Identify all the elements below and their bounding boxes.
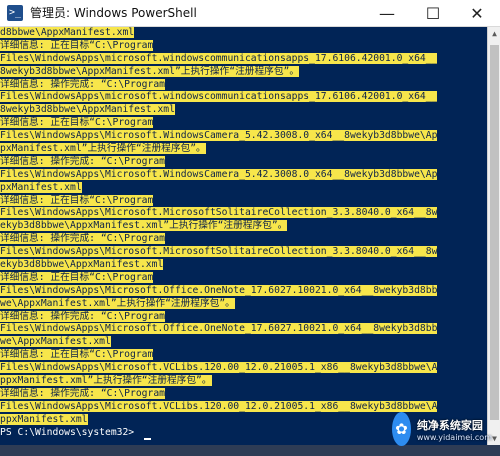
console-line-text: pxManifest.xml: [0, 181, 82, 193]
console-line: 详细信息: 正在目标“C:\Program: [0, 39, 487, 53]
console-line: pxManifest.xml: [0, 181, 487, 195]
console-line-text: 详细信息: 正在目标“C:\Program: [0, 349, 154, 361]
console-line-text: 详细信息: 操作完成: “C:\Program: [0, 233, 165, 245]
site-watermark: ✿ 纯净系统家园 www.yidaimei.com: [392, 408, 492, 450]
console-line-text: 详细信息: 正在目标“C:\Program: [0, 194, 154, 206]
vertical-scrollbar[interactable]: ▲ ▼: [487, 27, 500, 445]
console-line: 详细信息: 正在目标“C:\Program: [0, 117, 487, 130]
console-line-text: Files\WindowsApps\Microsoft.VCLibs.120.0…: [0, 362, 438, 374]
console-line-text: Files\WindowsApps\microsoft.windowscommu…: [0, 52, 438, 64]
text-cursor: [143, 437, 151, 440]
console-line-text: Files\WindowsApps\Microsoft.WindowsCamer…: [0, 130, 438, 142]
console-line-text: Files\WindowsApps\Microsoft.MicrosoftSol…: [0, 207, 438, 219]
scroll-up-icon[interactable]: ▲: [488, 27, 500, 40]
title-bar[interactable]: >_ 管理员: Windows PowerShell — ☐ ✕: [0, 0, 500, 27]
console-line-text: ppxManifest.xml”上执行操作“注册程序包”。: [0, 375, 212, 387]
console-line-text: Files\WindowsApps\microsoft.windowscommu…: [0, 91, 438, 103]
console-line: 详细信息: 正在目标“C:\Program: [0, 194, 487, 208]
console-line-text: ppxManifest.xml: [0, 413, 88, 425]
close-button[interactable]: ✕: [454, 0, 500, 26]
console-line-text: we\AppxManifest.xml: [0, 336, 111, 348]
console-line: Files\WindowsApps\microsoft.windowscommu…: [0, 91, 487, 104]
paw-icon: ✿: [392, 412, 411, 446]
console-line: 详细信息: 正在目标“C:\Program: [0, 271, 487, 285]
console-line: Files\WindowsApps\microsoft.windowscommu…: [0, 52, 487, 66]
console-line: Files\WindowsApps\Microsoft.WindowsCamer…: [0, 168, 487, 182]
minimize-icon: —: [379, 3, 395, 23]
console-line: 详细信息: 操作完成: “C:\Program: [0, 233, 487, 246]
console-line: pxManifest.xml”上执行操作“注册程序包”。: [0, 143, 487, 156]
maximize-icon: ☐: [425, 3, 441, 23]
console-line-text: 详细信息: 操作完成: “C:\Program: [0, 78, 165, 90]
console-line: we\AppxManifest.xml: [0, 336, 487, 349]
maximize-button[interactable]: ☐: [410, 0, 456, 26]
console-line-text: 8wekyb3d8bbwe\AppxManifest.xml”上执行操作“注册程…: [0, 65, 300, 77]
window-title: 管理员: Windows PowerShell: [30, 6, 197, 20]
console-line-text: 详细信息: 操作完成: “C:\Program: [0, 155, 165, 167]
console-line-text: Files\WindowsApps\Microsoft.MicrosoftSol…: [0, 246, 438, 258]
console-line-text: we\AppxManifest.xml”上执行操作“注册程序包”。: [0, 297, 235, 309]
console-line-text: Files\WindowsApps\Microsoft.Office.OneNo…: [0, 323, 438, 335]
console-line-text: 详细信息: 正在目标“C:\Program: [0, 271, 154, 283]
console-line: ppxManifest.xml”上执行操作“注册程序包”。: [0, 375, 487, 388]
powershell-window: >_ 管理员: Windows PowerShell — ☐ ✕ d8bbwe\…: [0, 0, 500, 456]
watermark-title: 纯净系统家园: [416, 418, 483, 432]
console-line: ekyb3d8bbwe\AppxManifest.xml: [0, 259, 487, 272]
console-line-text: 详细信息: 操作完成: “C:\Program: [0, 387, 165, 399]
console-line-text: Files\WindowsApps\Microsoft.VCLibs.120.0…: [0, 400, 438, 412]
console-line: 8wekyb3d8bbwe\AppxManifest.xml”上执行操作“注册程…: [0, 65, 487, 79]
console-line-text: 8wekyb3d8bbwe\AppxManifest.xml: [0, 104, 175, 116]
scroll-thumb[interactable]: [490, 45, 499, 420]
console-line: Files\WindowsApps\Microsoft.MicrosoftSol…: [0, 207, 487, 220]
console-line: Files\WindowsApps\Microsoft.MicrosoftSol…: [0, 246, 487, 259]
console-line: Files\WindowsApps\Microsoft.Office.OneNo…: [0, 284, 487, 298]
console-line: ekyb3d8bbwe\AppxManifest.xml”上执行操作“注册程序包…: [0, 220, 487, 233]
console-line-text: 详细信息: 正在目标“C:\Program: [0, 117, 154, 129]
console-line: 详细信息: 操作完成: “C:\Program: [0, 387, 487, 401]
console-line: d8bbwe\AppxManifest.xml: [0, 27, 487, 40]
console-line: Files\WindowsApps\Microsoft.VCLibs.120.0…: [0, 362, 487, 375]
console-line: Files\WindowsApps\Microsoft.WindowsCamer…: [0, 130, 487, 143]
console-line-text: 详细信息: 操作完成: “C:\Program: [0, 310, 165, 322]
watermark-url: www.yidaimei.com: [416, 432, 492, 442]
prompt-text: PS C:\Windows\system32>: [0, 426, 140, 438]
console-output[interactable]: d8bbwe\AppxManifest.xml 详细信息: 正在目标“C:\Pro…: [0, 27, 487, 445]
console-line-text: Files\WindowsApps\Microsoft.Office.OneNo…: [0, 284, 438, 296]
console-line: 详细信息: 正在目标“C:\Program: [0, 349, 487, 362]
console-line: 详细信息: 操作完成: “C:\Program: [0, 78, 487, 92]
console-line-text: pxManifest.xml”上执行操作“注册程序包”。: [0, 143, 206, 155]
console-line-text: ekyb3d8bbwe\AppxManifest.xml”上执行操作“注册程序包…: [0, 220, 288, 232]
console-line: 详细信息: 操作完成: “C:\Program: [0, 310, 487, 324]
powershell-icon: >_: [7, 5, 23, 21]
close-icon: ✕: [470, 3, 484, 23]
watermark-text: 纯净系统家园 www.yidaimei.com: [417, 417, 492, 442]
console-line-text: Files\WindowsApps\Microsoft.WindowsCamer…: [0, 168, 438, 180]
minimize-button[interactable]: —: [364, 0, 410, 26]
console-line: 8wekyb3d8bbwe\AppxManifest.xml: [0, 104, 487, 117]
console-line-text: d8bbwe\AppxManifest.xml: [0, 27, 135, 38]
console-line: 详细信息: 操作完成: “C:\Program: [0, 155, 487, 169]
console-line: Files\WindowsApps\Microsoft.Office.OneNo…: [0, 323, 487, 336]
console-line-text: 详细信息: 正在目标“C:\Program: [0, 39, 154, 51]
console-line: we\AppxManifest.xml”上执行操作“注册程序包”。: [0, 297, 487, 311]
console-line-text: ekyb3d8bbwe\AppxManifest.xml: [0, 259, 164, 271]
